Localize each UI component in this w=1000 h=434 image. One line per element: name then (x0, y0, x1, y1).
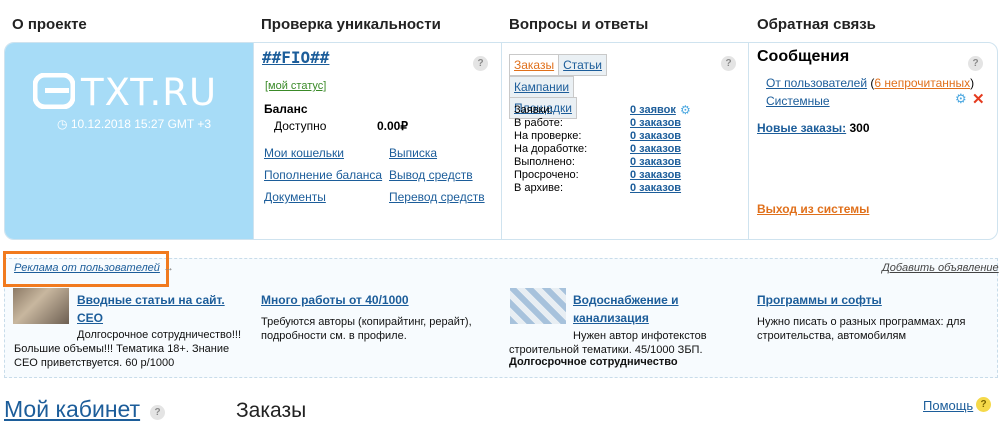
stat-value[interactable]: 0 заказов (630, 182, 681, 194)
ad-item: Программы и софты Нужно писать о разных … (757, 291, 987, 343)
help-icon[interactable]: ? (968, 56, 983, 71)
ad-title[interactable]: Программы и софты (757, 293, 882, 307)
tab-orders[interactable]: Заказы (509, 54, 560, 76)
tab-campaigns[interactable]: Кампании (509, 76, 575, 98)
stat-label: Выполнено: (514, 156, 575, 168)
new-orders-count: 300 (849, 121, 870, 135)
system-messages-link[interactable]: Системные (766, 94, 830, 108)
available-label: Доступно (274, 119, 327, 133)
etxt-logo[interactable]: TXT.RU (33, 71, 233, 114)
new-orders-link[interactable]: Новые заказы: (757, 121, 846, 135)
tab-articles[interactable]: Статьи (558, 54, 607, 76)
balance-label: Баланс (264, 102, 308, 116)
withdraw-link[interactable]: Вывод средств (389, 168, 473, 182)
ad-extra: Долгосрочное сотрудничество (509, 356, 678, 368)
add-ad-link[interactable]: Добавить объявление (882, 262, 999, 274)
messages-from-users: От пользователей (6 непрочитанных) (766, 76, 975, 90)
ad-text: Требуются авторы (копирайтинг, рерайт), … (261, 316, 472, 342)
ad-title[interactable]: Много работы от 40/1000 (261, 293, 409, 307)
my-status-link[interactable]: [мой статус] (265, 80, 326, 92)
help-link[interactable]: Помощь (923, 398, 973, 413)
divider (253, 43, 254, 239)
ad-text: Нужен автор инфотекстов строительной тем… (509, 330, 707, 356)
column-header-feedback: Обратная связь (757, 16, 876, 33)
ad-item: Много работы от 40/1000 Требуются авторы… (261, 291, 491, 343)
close-icon[interactable]: ✕ (972, 90, 985, 108)
logo-text: TXT.RU (81, 71, 218, 114)
column-header-qa: Вопросы и ответы (509, 16, 649, 33)
wallets-link[interactable]: Мои кошельки (264, 146, 344, 160)
stat-label: В работе: (514, 117, 563, 129)
my-cabinet-link[interactable]: Мой кабинет (4, 396, 140, 423)
stat-value[interactable]: 0 заказов (630, 156, 681, 168)
stat-label: На проверке: (514, 130, 582, 142)
gear-icon[interactable]: ⚙ (680, 103, 691, 117)
stat-label: Просрочено: (514, 169, 579, 181)
ad-text: Долгосрочное сотрудничество!!! Большие о… (14, 329, 242, 369)
top-up-link[interactable]: Пополнение баланса (264, 168, 382, 182)
ad-text: Нужно писать о разных программах: для ст… (757, 316, 966, 342)
unread-link[interactable]: 6 непрочитанных (874, 76, 970, 90)
help-icon[interactable]: ? (721, 56, 736, 71)
column-header-about: О проекте (12, 16, 87, 33)
gear-icon[interactable]: ⚙ (955, 91, 967, 107)
help-icon[interactable]: ? (473, 56, 488, 71)
ad-title[interactable]: Вводные статьи на сайт. СЕО (77, 293, 225, 325)
ad-thumbnail[interactable] (13, 288, 69, 324)
column-header-uniqueness: Проверка уникальности (261, 16, 441, 33)
ad-title[interactable]: Водоснабжение и канализация (573, 293, 679, 325)
stat-value[interactable]: 0 заявок (630, 104, 676, 116)
ad-item: Водоснабжение и канализация (573, 291, 743, 327)
statement-link[interactable]: Выписка (389, 146, 437, 160)
logo-mark-icon (33, 73, 75, 109)
stat-value[interactable]: 0 заказов (630, 130, 681, 142)
datetime: ◷ 10.12.2018 15:27 GMT +3 (57, 117, 212, 131)
divider (501, 43, 502, 239)
logout-link[interactable]: Выход из системы (757, 202, 869, 216)
help-icon[interactable]: ? (150, 405, 165, 420)
user-name-link[interactable]: ##FIO## (262, 48, 329, 67)
stat-value[interactable]: 0 заказов (630, 169, 681, 181)
arrow-right-icon: → (162, 262, 174, 274)
logo-area: TXT.RU ◷ 10.12.2018 15:27 GMT +3 (5, 43, 253, 239)
documents-link[interactable]: Документы (264, 190, 326, 204)
ad-item: Вводные статьи на сайт. СЕО (77, 291, 247, 327)
divider (748, 43, 749, 239)
stat-value[interactable]: 0 заказов (630, 143, 681, 155)
new-orders: Новые заказы: 300 (757, 121, 870, 135)
stat-label: Заявки: (514, 104, 553, 116)
help-icon[interactable]: ? (976, 397, 991, 412)
stat-label: На доработке: (514, 143, 588, 155)
messages-title: Сообщения (757, 48, 850, 65)
clock-icon: ◷ (57, 117, 68, 131)
ads-label[interactable]: Реклама от пользователей → (14, 262, 174, 274)
available-value: 0.00₽ (377, 119, 408, 133)
ad-thumbnail[interactable] (510, 288, 566, 324)
transfer-link[interactable]: Перевод средств (389, 190, 485, 204)
stat-value[interactable]: 0 заказов (630, 117, 681, 129)
from-users-link[interactable]: От пользователей (766, 76, 867, 90)
stat-label: В архиве: (514, 182, 564, 194)
orders-heading: Заказы (236, 399, 307, 422)
